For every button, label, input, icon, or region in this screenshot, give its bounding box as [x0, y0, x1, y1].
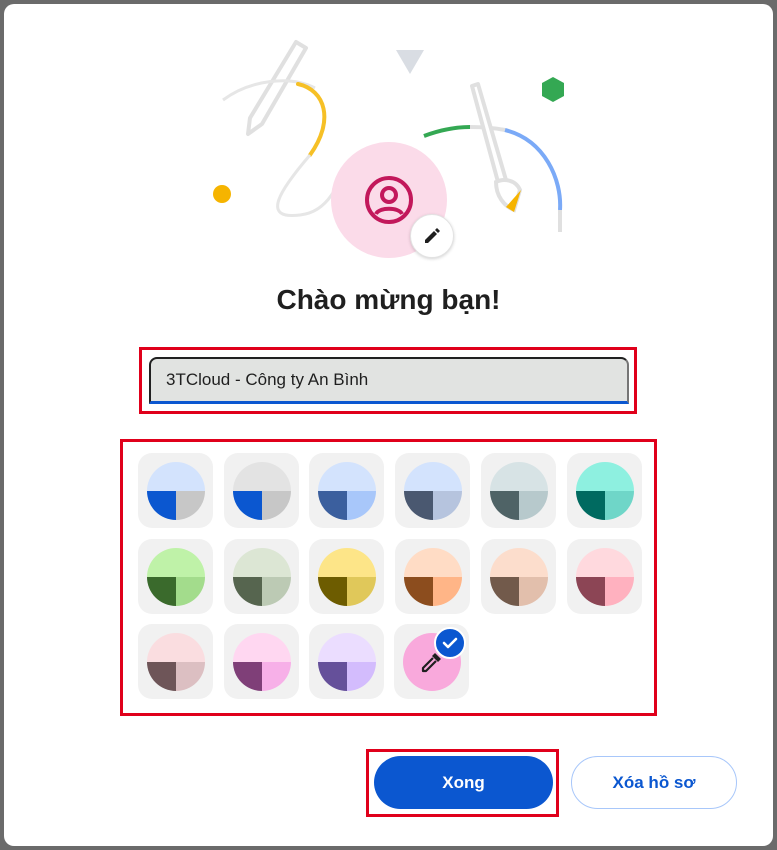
- page-title: Chào mừng bạn!: [276, 284, 501, 315]
- color-swatch-circle: [489, 461, 548, 520]
- color-swatch-circle: [146, 547, 205, 606]
- color-swatch-tan[interactable]: [481, 539, 556, 614]
- color-swatch-blue[interactable]: [138, 453, 213, 528]
- selected-check-icon: [434, 627, 466, 659]
- color-swatch-circle: [232, 632, 291, 691]
- color-swatch-orange[interactable]: [395, 539, 470, 614]
- color-swatch-circle: [146, 461, 205, 520]
- color-swatch-lavender[interactable]: [309, 624, 384, 699]
- color-swatch-circle: [575, 461, 634, 520]
- color-swatch-circle: [146, 632, 205, 691]
- pencil-illustration-icon: [246, 40, 308, 136]
- paintbrush-illustration-icon: [470, 82, 523, 213]
- grey-triangle: [396, 50, 424, 74]
- color-swatch-pink[interactable]: [224, 624, 299, 699]
- green-hexagon: [542, 77, 564, 102]
- green-arc: [423, 125, 471, 138]
- edit-avatar-button[interactable]: [410, 214, 454, 258]
- color-swatch-slate[interactable]: [395, 453, 470, 528]
- color-swatch-circle: [403, 547, 462, 606]
- color-swatch-aqua[interactable]: [567, 453, 642, 528]
- delete-profile-button[interactable]: Xóa hồ sơ: [571, 756, 737, 809]
- color-swatch-sage[interactable]: [224, 539, 299, 614]
- person-icon: [365, 176, 413, 224]
- color-swatch-yellow[interactable]: [309, 539, 384, 614]
- squiggle-yellow: [296, 82, 327, 157]
- color-swatch-light-blue[interactable]: [309, 453, 384, 528]
- color-swatch-circle: [232, 547, 291, 606]
- pencil-icon: [425, 228, 440, 243]
- color-swatch-teal-grey[interactable]: [481, 453, 556, 528]
- color-swatch-blush[interactable]: [138, 624, 213, 699]
- color-swatch-circle: [232, 461, 291, 520]
- color-swatch-circle: [489, 547, 548, 606]
- color-swatch-circle: [575, 547, 634, 606]
- yellow-dot: [213, 185, 231, 203]
- color-swatch-circle: [403, 461, 462, 520]
- color-swatch-rose[interactable]: [567, 539, 642, 614]
- color-swatch-green[interactable]: [138, 539, 213, 614]
- done-button[interactable]: Xong: [374, 756, 553, 809]
- color-swatch-circle: [317, 632, 376, 691]
- color-swatch-circle: [317, 461, 376, 520]
- profile-name-input[interactable]: [149, 357, 629, 404]
- color-swatch-grey-blue[interactable]: [224, 453, 299, 528]
- color-swatch-circle: [317, 547, 376, 606]
